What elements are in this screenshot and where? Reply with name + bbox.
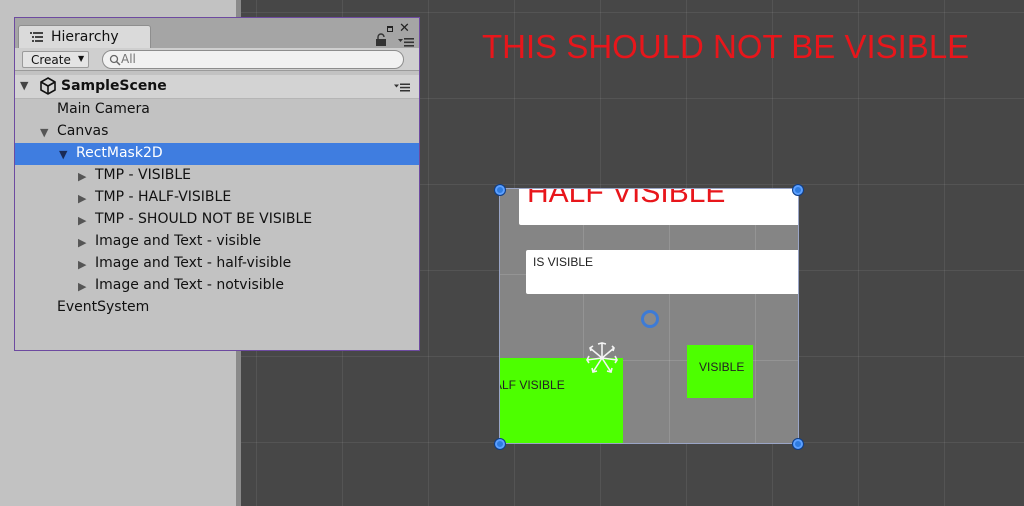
create-button[interactable]: Create ▼ <box>22 51 89 68</box>
hierarchy-item-label: Image and Text - notvisible <box>95 277 285 293</box>
pivot-handle[interactable] <box>641 310 659 328</box>
hierarchy-window[interactable]: Hierarchy ✕ Create ▼ ▼ <box>14 17 420 351</box>
hierarchy-item-label: Canvas <box>57 123 109 139</box>
lock-icon[interactable] <box>375 33 387 46</box>
hierarchy-item-label: TMP - VISIBLE <box>95 167 191 183</box>
chevron-down-icon: ▼ <box>78 54 85 63</box>
hierarchy-item[interactable]: Main Camera <box>15 99 419 121</box>
tab-menu-icon[interactable] <box>398 37 414 47</box>
hierarchy-item-label: TMP - HALF-VISIBLE <box>95 189 232 205</box>
hierarchy-item[interactable]: ▶ TMP - HALF-VISIBLE <box>15 187 419 209</box>
hierarchy-tab-bar: Hierarchy ✕ <box>15 18 419 48</box>
search-field[interactable] <box>102 50 404 69</box>
tmp-visible-text[interactable]: IS VISIBLE <box>533 255 593 269</box>
collapsed-arrow-icon[interactable]: ▶ <box>78 192 86 205</box>
rect-handle-top-left[interactable] <box>494 184 506 196</box>
hierarchy-item-label: Main Camera <box>57 101 150 117</box>
scene-row[interactable]: ▼ SampleScene <box>15 75 419 99</box>
list-icon <box>30 32 43 42</box>
hierarchy-item-label: Image and Text - half-visible <box>95 255 292 271</box>
hierarchy-item-label: EventSystem <box>57 299 150 315</box>
hierarchy-item[interactable]: ▼ RectMask2D <box>15 143 419 165</box>
rect-handle-bottom-left[interactable] <box>494 438 506 450</box>
hierarchy-item[interactable]: ▶ Image and Text - half-visible <box>15 253 419 275</box>
tmp-half-visible-text[interactable]: HALF VISIBLE <box>527 189 725 210</box>
hierarchy-item[interactable]: ▶ Image and Text - visible <box>15 231 419 253</box>
image-visible-text[interactable]: VISIBLE <box>699 360 744 374</box>
hierarchy-item[interactable]: ▶ TMP - SHOULD NOT BE VISIBLE <box>15 209 419 231</box>
hierarchy-item-label: TMP - SHOULD NOT BE VISIBLE <box>95 211 313 227</box>
collapsed-arrow-icon[interactable]: ▶ <box>78 170 86 183</box>
unity-scene-icon <box>40 77 56 95</box>
collapsed-arrow-icon[interactable]: ▶ <box>78 214 86 227</box>
search-input[interactable] <box>121 51 381 67</box>
create-button-label: Create <box>31 53 71 67</box>
event-system-gizmo-icon <box>586 342 618 373</box>
hierarchy-item-label: RectMask2D <box>76 145 163 161</box>
hierarchy-item[interactable]: EventSystem <box>15 297 419 319</box>
hierarchy-item[interactable]: ▶ Image and Text - notvisible <box>15 275 419 297</box>
expand-arrow-icon[interactable]: ▼ <box>20 79 28 92</box>
hierarchy-toolbar: Create ▼ <box>15 48 419 71</box>
scene-name: SampleScene <box>61 78 167 94</box>
expand-arrow-icon[interactable]: ▼ <box>59 148 67 161</box>
hierarchy-item[interactable]: ▶ TMP - VISIBLE <box>15 165 419 187</box>
expand-arrow-icon[interactable]: ▼ <box>40 126 48 139</box>
tab-hierarchy[interactable]: Hierarchy <box>18 25 151 48</box>
tab-hierarchy-label: Hierarchy <box>51 29 119 45</box>
search-icon <box>109 54 121 66</box>
collapsed-arrow-icon[interactable]: ▶ <box>78 280 86 293</box>
hierarchy-item-label: Image and Text - visible <box>95 233 262 249</box>
collapsed-arrow-icon[interactable]: ▶ <box>78 236 86 249</box>
hierarchy-item[interactable]: ▼ Canvas <box>15 121 419 143</box>
collapsed-arrow-icon[interactable]: ▶ <box>78 258 86 271</box>
image-half-visible-text[interactable]: ALF VISIBLE <box>500 378 565 392</box>
scene-menu-icon[interactable] <box>394 83 410 92</box>
maximize-icon[interactable] <box>387 26 393 32</box>
rect-handle-bottom-right[interactable] <box>792 438 804 450</box>
tmp-should-not-be-visible-text[interactable]: THIS SHOULD NOT BE VISIBLE <box>482 28 969 66</box>
close-icon[interactable]: ✕ <box>399 21 410 36</box>
rect-handle-top-right[interactable] <box>792 184 804 196</box>
